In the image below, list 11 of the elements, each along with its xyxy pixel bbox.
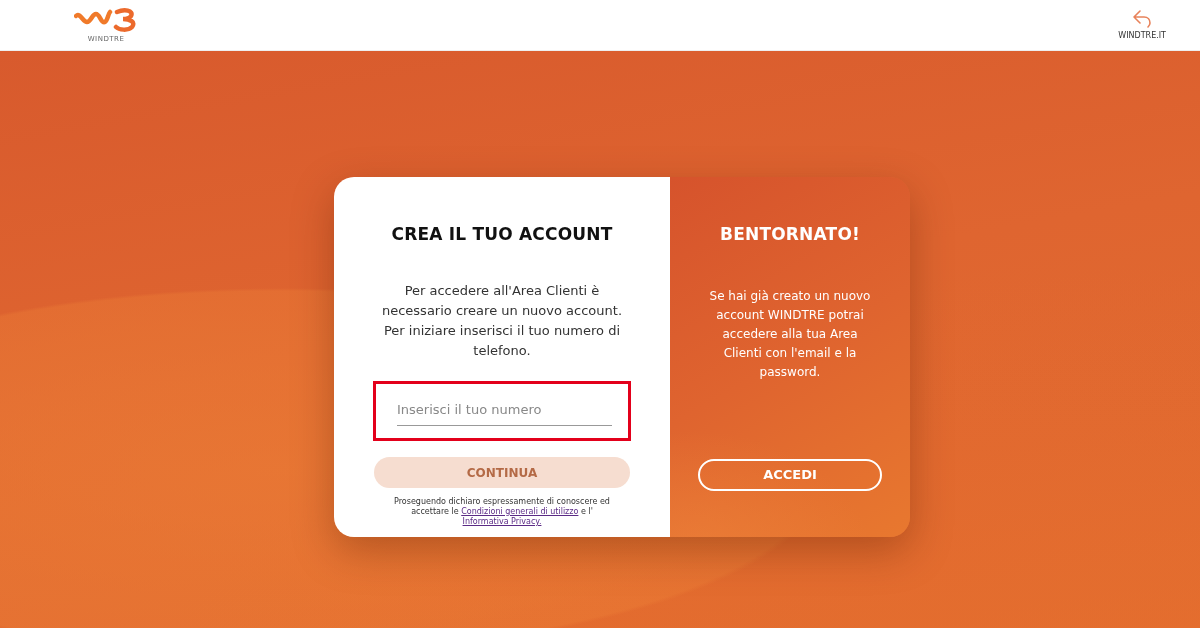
return-arrow-icon — [1132, 10, 1153, 28]
login-title: BENTORNATO! — [719, 223, 861, 246]
signup-description: Per accedere all'Area Clienti è necessario creare un nuovo account. Per iniziare inserisci il tuo numero di telefono. — [380, 282, 623, 360]
legal-notice: Proseguendo dichiaro espressamente di conoscere ed accettare le Condizioni generali di utilizzo e l' Informativa Privacy. — [393, 497, 611, 527]
terms-link[interactable]: Condizioni generali di utilizzo — [461, 507, 579, 516]
site-link[interactable]: WINDTRE.IT — [1118, 10, 1166, 40]
privacy-link[interactable]: Informativa Privacy. — [462, 517, 542, 526]
phone-input[interactable]: Inserisci il tuo numero — [397, 398, 612, 426]
logo-icon — [74, 7, 138, 32]
login-description: Se hai già creato un nuovo account WINDTRE potrai accedere alla tua Area Clienti con l'email e la password. — [708, 288, 872, 381]
signup-title: CREA IL TUO ACCOUNT — [390, 223, 614, 246]
